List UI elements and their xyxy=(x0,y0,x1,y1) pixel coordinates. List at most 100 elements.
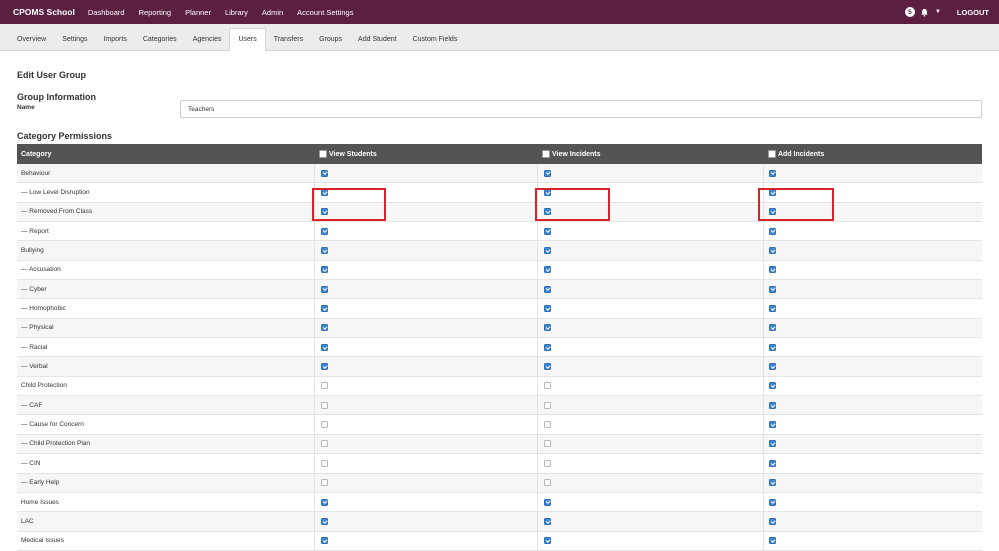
view-incidents-checkbox[interactable] xyxy=(544,382,551,390)
column-divider xyxy=(537,164,538,183)
view-incidents-checkbox[interactable] xyxy=(544,498,551,506)
view-students-checkbox[interactable] xyxy=(321,247,328,255)
brand-logo[interactable]: CPOMS School xyxy=(13,7,75,17)
add-incidents-checkbox[interactable] xyxy=(769,324,776,332)
add-incidents-checkbox[interactable] xyxy=(769,208,776,216)
add-incidents-cell xyxy=(769,493,776,511)
add-incidents-cell xyxy=(769,319,776,337)
add-incidents-checkbox[interactable] xyxy=(769,169,776,177)
tab-agencies[interactable]: Agencies xyxy=(185,29,230,50)
view-incidents-checkbox[interactable] xyxy=(544,324,551,332)
add-incidents-checkbox[interactable] xyxy=(769,343,776,351)
view-students-checkbox[interactable] xyxy=(321,401,328,409)
view-incidents-checkbox[interactable] xyxy=(544,363,551,371)
view-incidents-checkbox[interactable] xyxy=(544,440,551,448)
view-incidents-checkbox[interactable] xyxy=(544,169,551,177)
view-students-checkbox[interactable] xyxy=(321,169,328,177)
view-incidents-checkbox[interactable] xyxy=(544,421,551,429)
add-incidents-checkbox[interactable] xyxy=(769,517,776,525)
view-incidents-checkbox[interactable] xyxy=(544,479,551,487)
view-incidents-checkbox[interactable] xyxy=(544,266,551,274)
view-students-checkbox[interactable] xyxy=(321,440,328,448)
add-incidents-checkbox[interactable] xyxy=(769,189,776,197)
view-students-checkbox[interactable] xyxy=(321,305,328,313)
header-view-students[interactable]: View Students xyxy=(319,144,377,164)
view-incidents-checkbox[interactable] xyxy=(544,401,551,409)
tab-imports[interactable]: Imports xyxy=(95,29,134,50)
column-divider xyxy=(537,260,538,280)
select-all-add-incidents-checkbox[interactable] xyxy=(768,150,776,158)
view-students-checkbox[interactable] xyxy=(321,324,328,332)
nav-dashboard[interactable]: Dashboard xyxy=(88,8,125,17)
view-incidents-checkbox[interactable] xyxy=(544,247,551,255)
view-students-checkbox[interactable] xyxy=(321,382,328,390)
column-divider xyxy=(314,260,315,280)
view-incidents-checkbox[interactable] xyxy=(544,227,551,235)
view-incidents-checkbox[interactable] xyxy=(544,343,551,351)
add-incidents-checkbox[interactable] xyxy=(769,363,776,371)
nav-account-settings[interactable]: Account Settings xyxy=(297,8,353,17)
tab-add-student[interactable]: Add Student xyxy=(350,29,405,50)
tab-categories[interactable]: Categories xyxy=(135,29,185,50)
add-incidents-checkbox[interactable] xyxy=(769,421,776,429)
view-incidents-checkbox[interactable] xyxy=(544,537,551,545)
view-students-checkbox[interactable] xyxy=(321,421,328,429)
add-incidents-checkbox[interactable] xyxy=(769,227,776,235)
view-students-checkbox[interactable] xyxy=(321,498,328,506)
add-incidents-checkbox[interactable] xyxy=(769,479,776,487)
view-students-checkbox[interactable] xyxy=(321,479,328,487)
view-students-checkbox[interactable] xyxy=(321,537,328,545)
view-students-checkbox[interactable] xyxy=(321,227,328,235)
add-incidents-checkbox[interactable] xyxy=(769,382,776,390)
add-incidents-checkbox[interactable] xyxy=(769,266,776,274)
view-incidents-checkbox[interactable] xyxy=(544,305,551,313)
add-incidents-checkbox[interactable] xyxy=(769,459,776,467)
logout-link[interactable]: LOGOUT xyxy=(957,8,989,17)
view-incidents-cell xyxy=(544,454,551,472)
nav-reporting[interactable]: Reporting xyxy=(139,8,172,17)
add-incidents-checkbox[interactable] xyxy=(769,440,776,448)
add-incidents-checkbox[interactable] xyxy=(769,305,776,313)
add-incidents-checkbox[interactable] xyxy=(769,285,776,293)
view-students-checkbox[interactable] xyxy=(321,189,328,197)
add-incidents-checkbox[interactable] xyxy=(769,401,776,409)
view-students-checkbox[interactable] xyxy=(321,459,328,467)
tab-groups[interactable]: Groups xyxy=(311,29,350,50)
chevron-down-icon[interactable]: ▼ xyxy=(935,9,941,15)
admin-tabs: Overview Settings Imports Categories Age… xyxy=(0,24,999,51)
view-students-checkbox[interactable] xyxy=(321,285,328,293)
view-students-checkbox[interactable] xyxy=(321,517,328,525)
view-students-checkbox[interactable] xyxy=(321,343,328,351)
add-incidents-checkbox[interactable] xyxy=(769,537,776,545)
group-name-input[interactable] xyxy=(180,100,982,118)
column-divider xyxy=(537,299,538,318)
view-students-cell xyxy=(321,454,328,472)
nav-admin[interactable]: Admin xyxy=(262,8,283,17)
view-incidents-checkbox[interactable] xyxy=(544,208,551,216)
nav-library[interactable]: Library xyxy=(225,8,248,17)
view-incidents-cell xyxy=(544,280,551,298)
tab-overview[interactable]: Overview xyxy=(9,29,54,50)
view-students-checkbox[interactable] xyxy=(321,208,328,216)
view-incidents-checkbox[interactable] xyxy=(544,459,551,467)
add-incidents-checkbox[interactable] xyxy=(769,498,776,506)
tab-custom-fields[interactable]: Custom Fields xyxy=(405,29,466,50)
header-add-incidents[interactable]: Add Incidents xyxy=(768,144,824,164)
tab-transfers[interactable]: Transfers xyxy=(266,29,311,50)
view-students-checkbox[interactable] xyxy=(321,363,328,371)
nav-planner[interactable]: Planner xyxy=(185,8,211,17)
select-all-view-incidents-checkbox[interactable] xyxy=(542,150,550,158)
add-incidents-checkbox[interactable] xyxy=(769,247,776,255)
column-divider xyxy=(537,434,538,454)
select-all-view-students-checkbox[interactable] xyxy=(319,150,327,158)
view-incidents-checkbox[interactable] xyxy=(544,189,551,197)
view-incidents-checkbox[interactable] xyxy=(544,285,551,293)
notification-count-badge[interactable]: 5 xyxy=(904,7,915,17)
header-view-incidents[interactable]: View Incidents xyxy=(542,144,601,164)
table-row: — Homophobic xyxy=(17,299,982,319)
view-incidents-checkbox[interactable] xyxy=(544,517,551,525)
view-students-checkbox[interactable] xyxy=(321,266,328,274)
bell-icon[interactable] xyxy=(920,7,930,17)
tab-settings[interactable]: Settings xyxy=(54,29,95,50)
tab-users[interactable]: Users xyxy=(229,28,266,51)
